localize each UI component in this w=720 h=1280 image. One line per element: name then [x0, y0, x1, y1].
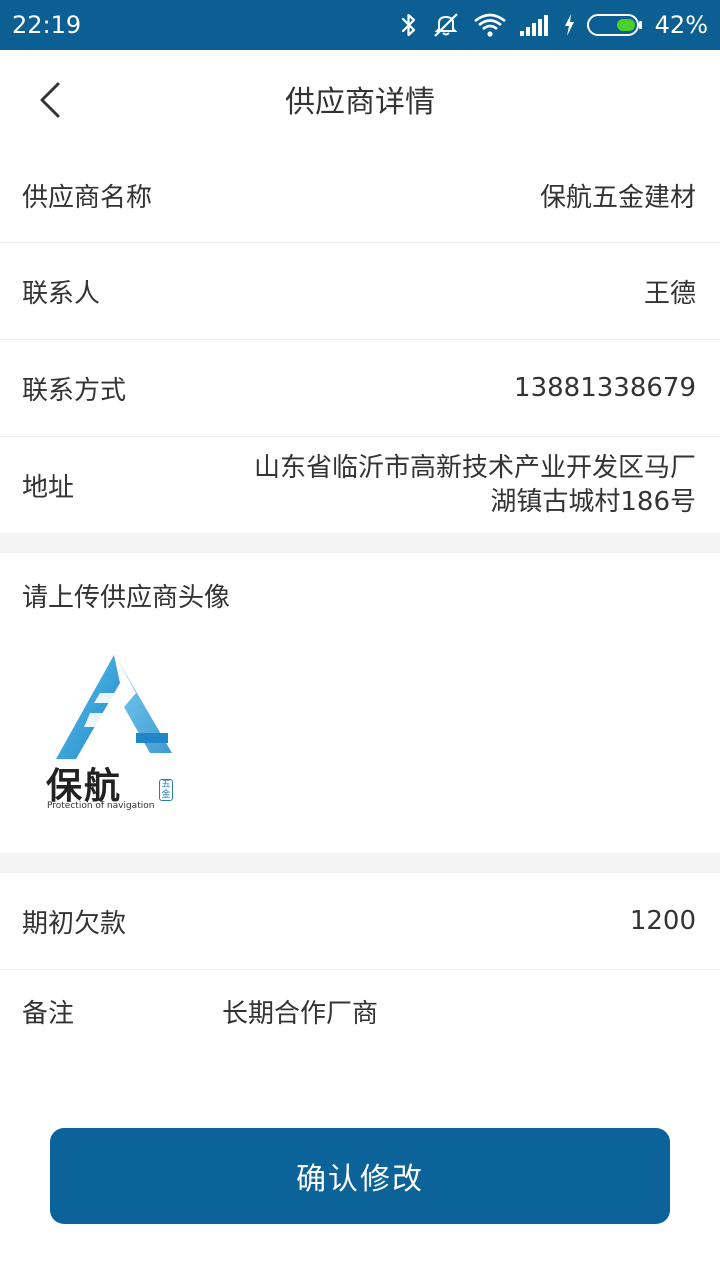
supplier-avatar[interactable]: 保航 Protection of navigation 五金: [40, 653, 180, 823]
upload-avatar-section: 请上传供应商头像 保航 Protection of navigation 五金: [0, 553, 720, 853]
battery-icon: [586, 12, 643, 38]
confirm-edit-button[interactable]: 确认修改: [50, 1128, 670, 1224]
battery-percent: 42%: [654, 11, 708, 39]
contact-person-label: 联系人: [22, 278, 101, 309]
chevron-left-icon: [40, 82, 60, 118]
contact-method-row[interactable]: 联系方式 13881338679: [0, 340, 720, 437]
silent-icon: [431, 12, 461, 38]
supplier-name-row[interactable]: 供应商名称 保航五金建材: [0, 148, 720, 243]
opening-debt-value: 1200: [629, 906, 696, 936]
status-bar: 22:19 42%: [0, 0, 720, 50]
back-button[interactable]: [22, 72, 78, 128]
remark-label: 备注: [22, 998, 75, 1029]
opening-debt-label: 期初欠款: [22, 908, 127, 939]
remark-value: 长期合作厂商: [222, 998, 379, 1029]
address-value: 山东省临沂市高新技术产业开发区马厂 湖镇古城村186号: [254, 451, 696, 519]
logo-text-en: Protection of navigation: [47, 801, 155, 811]
signal-icon: [519, 13, 551, 37]
section-divider-2: [0, 853, 720, 873]
logo-mark-icon: [56, 655, 172, 759]
charging-icon: [563, 13, 575, 37]
address-line-1: 山东省临沂市高新技术产业开发区马厂: [253, 453, 696, 483]
wifi-icon: [473, 12, 507, 38]
address-line-2: 湖镇古城村186号: [490, 487, 696, 517]
status-time: 22:19: [12, 11, 82, 39]
opening-debt-row[interactable]: 期初欠款 1200: [0, 873, 720, 970]
contact-person-value: 王德: [643, 278, 696, 309]
supplier-name-label: 供应商名称: [22, 182, 153, 213]
remark-row[interactable]: 备注 长期合作厂商: [0, 970, 720, 1052]
address-label: 地址: [22, 472, 75, 503]
upload-avatar-title: 请上传供应商头像: [22, 583, 231, 613]
logo-stamp: 五金: [159, 779, 173, 801]
contact-person-row[interactable]: 联系人 王德: [0, 243, 720, 340]
contact-method-value: 13881338679: [514, 373, 696, 403]
supplier-name-value: 保航五金建材: [539, 182, 696, 213]
nav-bar: 供应商详情: [0, 50, 720, 148]
section-divider: [0, 533, 720, 553]
address-row[interactable]: 地址 山东省临沂市高新技术产业开发区马厂 湖镇古城村186号: [0, 437, 720, 533]
page-title: 供应商详情: [285, 85, 435, 120]
bluetooth-icon: [399, 12, 419, 38]
contact-method-label: 联系方式: [22, 375, 127, 406]
